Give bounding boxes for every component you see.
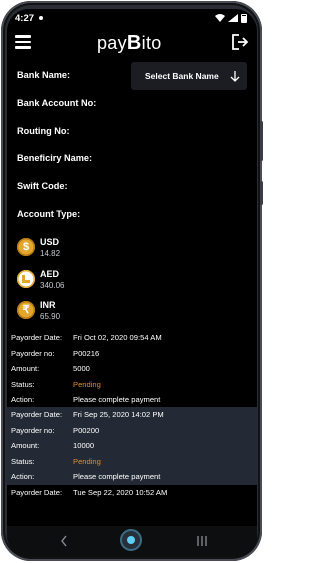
order-row-date: Payorder Date: Fri Sep 25, 2020 14:02 PM	[7, 407, 257, 423]
order-no: P00200	[73, 425, 100, 435]
order-row-action: Action: Please complete payment	[7, 469, 257, 485]
order-action-label: Action:	[11, 395, 35, 405]
order-date: Fri Oct 02, 2020 09:54 AM	[73, 333, 162, 343]
arrow-down-icon	[230, 71, 240, 82]
battery-icon	[241, 13, 247, 23]
status-badge: Pending	[73, 456, 101, 466]
status-time: 4:27	[15, 12, 35, 24]
payorder-card[interactable]: Payorder Date: Tue Sep 22, 2020 10:52 AM	[7, 485, 257, 501]
order-date: Tue Sep 22, 2020 10:52 AM	[73, 488, 168, 498]
order-status-label: Status:	[11, 456, 35, 466]
order-row-no: Payorder no: P00200	[7, 423, 257, 439]
back-icon[interactable]	[59, 534, 69, 548]
wallet-inr: ₹ INR 65.90	[17, 300, 217, 326]
dirham-coin-icon	[17, 270, 35, 288]
android-nav-bar	[7, 526, 257, 557]
order-amount-label: Amount:	[11, 364, 40, 374]
order-row-status: Status: Pending	[7, 377, 257, 393]
wallet-amount: 14.82	[40, 249, 61, 258]
status-icons	[215, 13, 247, 23]
order-action-link[interactable]: Please complete payment	[73, 472, 160, 481]
order-status-label: Status:	[11, 379, 35, 389]
order-row-amount: Amount: 10000	[7, 438, 257, 454]
order-row-action: Action: Please complete payment	[7, 392, 257, 408]
wallet-currency: AED	[40, 269, 60, 279]
order-amount: 5000	[73, 364, 90, 374]
power-button	[260, 181, 263, 205]
logo-suffix: ito	[141, 33, 162, 53]
order-row-date: Payorder Date: Fri Oct 02, 2020 09:54 AM	[7, 330, 257, 346]
routing-label: Routing No:	[17, 126, 70, 136]
wallet-amount: 65.90	[40, 312, 61, 321]
order-row-status: Status: Pending	[7, 454, 257, 470]
menu-icon[interactable]	[15, 35, 31, 49]
logo-prefix: pay	[97, 33, 127, 53]
order-date-label: Payorder Date:	[11, 488, 63, 498]
home-icon[interactable]	[120, 529, 142, 551]
order-row-date: Payorder Date: Tue Sep 22, 2020 10:52 AM	[7, 485, 257, 501]
order-row-no: Payorder no: P00216	[7, 346, 257, 362]
bank-name-label: Bank Name:	[17, 70, 71, 80]
order-date-label: Payorder Date:	[11, 410, 63, 420]
order-amount-label: Amount:	[11, 441, 40, 451]
account-no-label: Bank Account No:	[17, 98, 97, 108]
swift-label: Swift Code:	[17, 181, 68, 191]
payorder-card[interactable]: Payorder Date: Fri Sep 25, 2020 14:02 PM …	[7, 407, 257, 485]
beneficiary-label: Beneficiry Name:	[17, 153, 93, 163]
logout-icon[interactable]	[231, 33, 249, 51]
volume-button	[260, 121, 263, 161]
status-bar: 4:27	[7, 9, 257, 27]
order-action-link[interactable]: Please complete payment	[73, 395, 160, 404]
order-date: Fri Sep 25, 2020 14:02 PM	[73, 410, 164, 420]
phone-frame: 4:27 pay B ito Bank Name: Select Bank Na…	[1, 1, 263, 561]
paybito-logo: pay B ito	[97, 32, 162, 55]
order-amount: 10000	[73, 441, 95, 451]
select-bank-dropdown[interactable]: Select Bank Name	[131, 62, 247, 90]
wallet-aed: AED 340.06	[17, 269, 217, 295]
status-badge: Pending	[73, 379, 101, 389]
order-action-label: Action:	[11, 472, 35, 482]
wifi-icon	[215, 14, 225, 22]
screen: 4:27 pay B ito Bank Name: Select Bank Na…	[7, 9, 257, 557]
order-no: P00216	[73, 348, 100, 358]
payorder-card[interactable]: Payorder Date: Fri Oct 02, 2020 09:54 AM …	[7, 330, 257, 408]
wallet-usd: $ USD 14.82	[17, 237, 217, 263]
account-type-label: Account Type:	[17, 209, 81, 219]
wallet-amount: 340.06	[40, 281, 65, 290]
order-date-label: Payorder Date:	[11, 333, 63, 343]
order-no-label: Payorder no:	[11, 425, 55, 435]
order-no-label: Payorder no:	[11, 348, 55, 358]
wallet-currency: INR	[40, 300, 56, 310]
wallet-currency: USD	[40, 237, 60, 247]
recent-apps-icon[interactable]	[196, 535, 208, 547]
rupee-coin-icon: ₹	[17, 301, 35, 319]
app-header: pay B ito	[7, 29, 257, 59]
order-row-amount: Amount: 5000	[7, 361, 257, 377]
logo-b: B	[126, 32, 142, 54]
dollar-coin-icon: $	[17, 238, 35, 256]
notification-dot-icon	[39, 16, 44, 20]
signal-icon	[228, 14, 238, 22]
select-bank-label: Select Bank Name	[145, 71, 219, 81]
